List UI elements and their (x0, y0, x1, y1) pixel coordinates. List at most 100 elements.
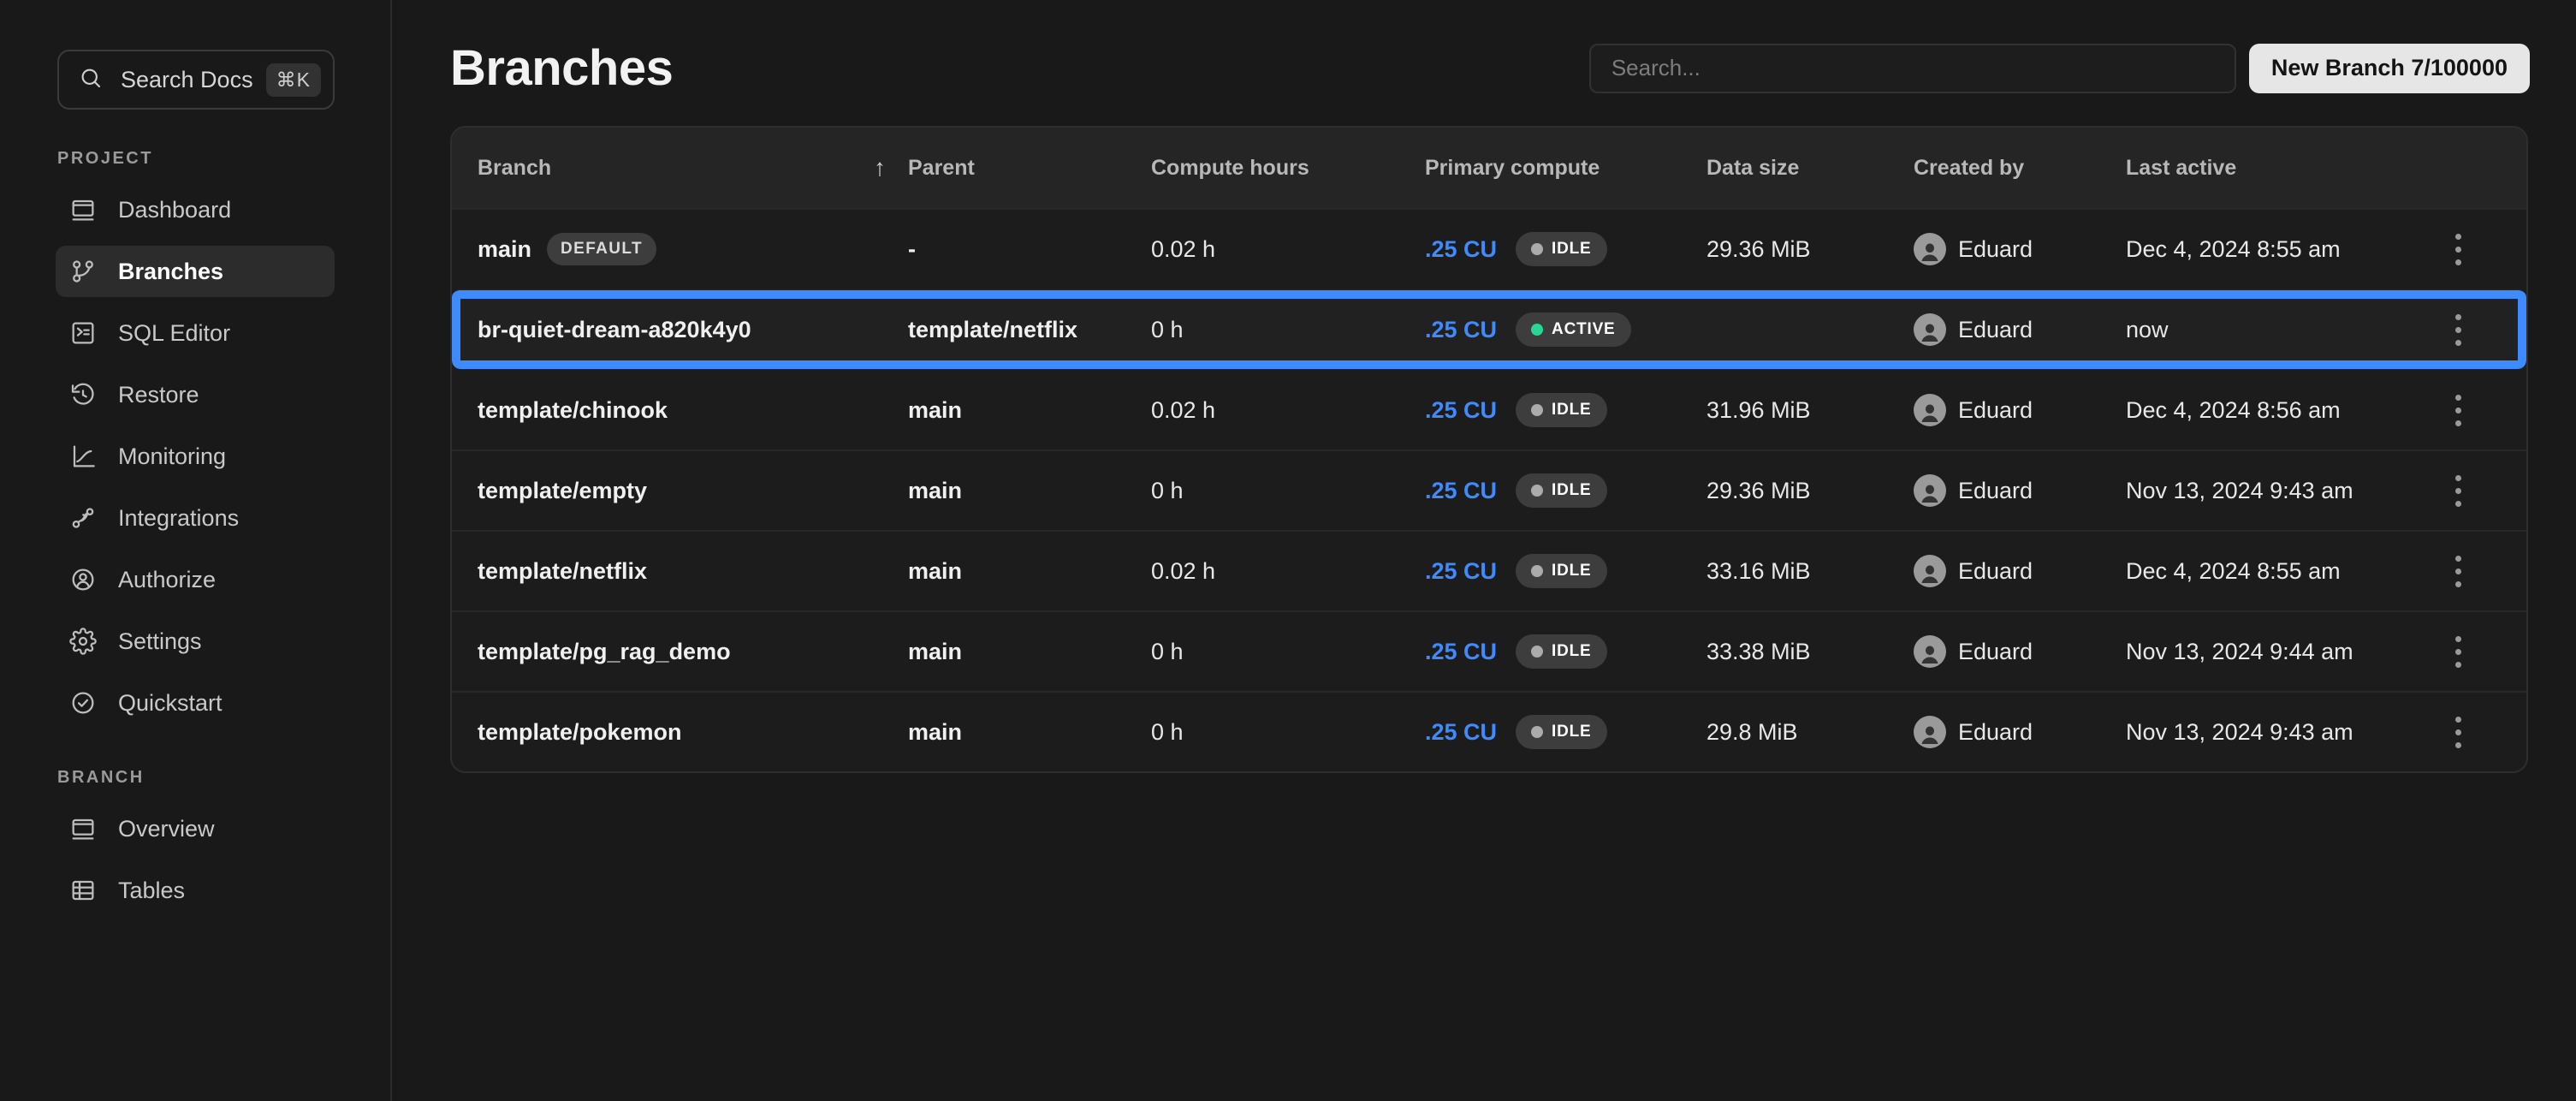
creator-name: Eduard (1958, 397, 2033, 424)
parent-branch[interactable]: main (908, 478, 1151, 504)
status-badge: IDLE (1516, 634, 1606, 669)
integrations-icon (69, 504, 97, 532)
column-header-data-size[interactable]: Data size (1706, 156, 1914, 181)
sidebar-item-label: Restore (118, 382, 199, 408)
restore-icon (69, 381, 97, 408)
sidebar: Search Docs ⌘K PROJECTDashboardBranchesS… (0, 0, 392, 1101)
table-row[interactable]: template/pokemon main 0 h .25 CU IDLE 29… (452, 691, 2526, 771)
search-docs-button[interactable]: Search Docs ⌘K (57, 50, 335, 110)
dashboard-icon (69, 196, 97, 223)
main-content: Branches New Branch 7/100000 Branch↑Pare… (392, 0, 2576, 1101)
avatar (1914, 474, 1946, 507)
column-header-primary-compute[interactable]: Primary compute (1425, 156, 1706, 181)
branch-name[interactable]: template/empty (478, 478, 647, 504)
parent-branch[interactable]: main (908, 397, 1151, 424)
sidebar-item-tables[interactable]: Tables (56, 865, 335, 916)
parent-branch[interactable]: main (908, 719, 1151, 746)
sidebar-item-monitoring[interactable]: Monitoring (56, 431, 335, 482)
compute-hours: 0 h (1151, 639, 1425, 665)
branch-name[interactable]: template/netflix (478, 558, 647, 585)
data-size: 31.96 MiB (1706, 397, 1914, 424)
parent-branch[interactable]: - (908, 236, 1151, 263)
branch-name[interactable]: main (478, 236, 531, 263)
column-header-branch[interactable]: Branch↑ (478, 154, 908, 182)
table-row[interactable]: template/empty main 0 h .25 CU IDLE 29.3… (452, 449, 2526, 530)
table-row[interactable]: br-quiet-dream-a820k4y0 template/netflix… (452, 289, 2526, 369)
status-label: IDLE (1552, 240, 1591, 259)
compute-units[interactable]: .25 CU (1425, 558, 1497, 585)
sidebar-item-quickstart[interactable]: Quickstart (56, 677, 335, 729)
compute-hours: 0.02 h (1151, 397, 1425, 424)
data-size: 33.16 MiB (1706, 558, 1914, 585)
compute-hours: 0.02 h (1151, 236, 1425, 263)
kebab-menu-icon[interactable] (2447, 306, 2470, 354)
status-badge: IDLE (1516, 473, 1606, 508)
sidebar-item-label: Monitoring (118, 443, 226, 470)
column-header-compute-hours[interactable]: Compute hours (1151, 156, 1425, 181)
compute-units[interactable]: .25 CU (1425, 236, 1497, 263)
sidebar-item-label: Settings (118, 628, 202, 655)
search-icon (78, 65, 104, 95)
table-row[interactable]: template/netflix main 0.02 h .25 CU IDLE… (452, 530, 2526, 610)
column-header-label: Last active (2126, 156, 2236, 181)
table-row[interactable]: template/pg_rag_demo main 0 h .25 CU IDL… (452, 610, 2526, 691)
avatar (1914, 233, 1946, 265)
branches-icon (69, 258, 97, 285)
table-row[interactable]: main DEFAULT - 0.02 h .25 CU IDLE 29.36 … (452, 208, 2526, 289)
column-header-last-active[interactable]: Last active (2126, 156, 2407, 181)
sidebar-item-sql-editor[interactable]: SQL Editor (56, 307, 335, 359)
last-active: now (2126, 317, 2407, 343)
kebab-menu-icon[interactable] (2447, 547, 2470, 596)
status-badge: IDLE (1516, 232, 1606, 266)
compute-units[interactable]: .25 CU (1425, 397, 1497, 424)
branch-name[interactable]: template/pg_rag_demo (478, 639, 731, 665)
kebab-menu-icon[interactable] (2447, 467, 2470, 515)
sidebar-item-label: SQL Editor (118, 320, 230, 347)
sidebar-item-integrations[interactable]: Integrations (56, 492, 335, 544)
compute-units[interactable]: .25 CU (1425, 478, 1497, 504)
sidebar-item-branches[interactable]: Branches (56, 246, 335, 297)
parent-branch[interactable]: template/netflix (908, 317, 1151, 343)
avatar (1914, 394, 1946, 426)
kebab-menu-icon[interactable] (2447, 225, 2470, 274)
column-header-label: Created by (1914, 156, 2024, 181)
kebab-menu-icon[interactable] (2447, 386, 2470, 435)
compute-units[interactable]: .25 CU (1425, 639, 1497, 665)
search-input[interactable] (1589, 44, 2236, 93)
tables-icon (69, 877, 97, 904)
status-badge: IDLE (1516, 715, 1606, 749)
table-row[interactable]: template/chinook main 0.02 h .25 CU IDLE… (452, 369, 2526, 449)
sort-arrow-icon[interactable]: ↑ (874, 154, 886, 182)
sidebar-item-authorize[interactable]: Authorize (56, 554, 335, 605)
column-header-parent[interactable]: Parent (908, 156, 1151, 181)
kebab-menu-icon[interactable] (2447, 628, 2470, 676)
data-size: 29.36 MiB (1706, 236, 1914, 263)
parent-branch[interactable]: main (908, 639, 1151, 665)
sidebar-item-label: Quickstart (118, 690, 223, 717)
data-size: 29.8 MiB (1706, 719, 1914, 746)
column-header-created-by[interactable]: Created by (1914, 156, 2126, 181)
last-active: Dec 4, 2024 8:56 am (2126, 397, 2407, 424)
compute-hours: 0.02 h (1151, 558, 1425, 585)
kebab-menu-icon[interactable] (2447, 708, 2470, 757)
new-branch-button[interactable]: New Branch 7/100000 (2249, 44, 2530, 93)
status-label: IDLE (1552, 562, 1591, 580)
parent-branch[interactable]: main (908, 558, 1151, 585)
monitoring-icon (69, 443, 97, 470)
status-badge: IDLE (1516, 554, 1606, 588)
compute-units[interactable]: .25 CU (1425, 719, 1497, 746)
compute-units[interactable]: .25 CU (1425, 317, 1497, 343)
sidebar-item-restore[interactable]: Restore (56, 369, 335, 420)
sidebar-item-dashboard[interactable]: Dashboard (56, 184, 335, 235)
status-label: IDLE (1552, 723, 1591, 741)
sidebar-item-label: Overview (118, 816, 215, 842)
status-dot-icon (1531, 404, 1543, 416)
last-active: Nov 13, 2024 9:44 am (2126, 639, 2407, 665)
status-dot-icon (1531, 324, 1543, 336)
branch-name[interactable]: br-quiet-dream-a820k4y0 (478, 317, 751, 343)
sidebar-item-overview[interactable]: Overview (56, 803, 335, 854)
branch-name[interactable]: template/pokemon (478, 719, 682, 746)
column-header-label: Primary compute (1425, 156, 1600, 181)
sidebar-item-settings[interactable]: Settings (56, 616, 335, 667)
branch-name[interactable]: template/chinook (478, 397, 668, 424)
